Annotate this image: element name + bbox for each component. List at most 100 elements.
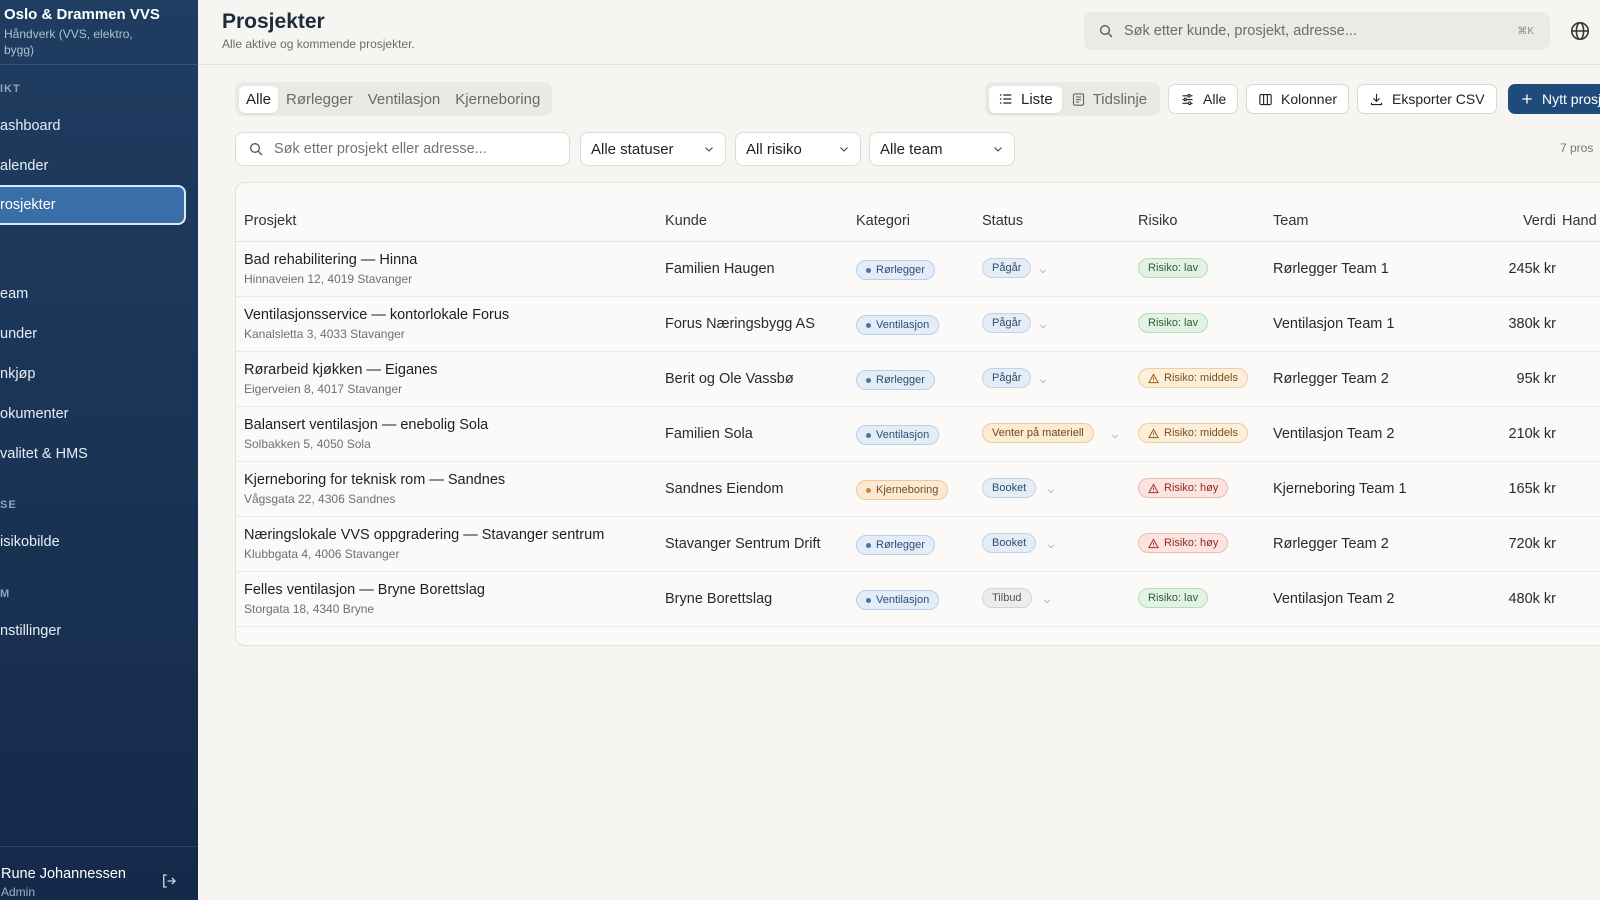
status-badge[interactable]: Booket xyxy=(982,478,1037,498)
customer-name: Sandnes Eiendom xyxy=(665,481,784,497)
risk-label: Risiko: middels xyxy=(1164,372,1238,384)
filter-button[interactable]: Alle xyxy=(1168,84,1239,114)
table-row[interactable]: Ventilasjonsservice — kontorlokale Forus… xyxy=(236,297,1600,352)
sidebar-item-label: valitet & HMS xyxy=(0,446,88,462)
divider xyxy=(0,64,198,65)
page-subtitle: Alle aktive og kommende prosjekter. xyxy=(222,37,415,51)
tab-ventilation[interactable]: Ventilasjon xyxy=(361,86,448,113)
column-header-customer[interactable]: Kunde xyxy=(665,213,707,229)
risk-badge: Risiko: høy xyxy=(1138,533,1229,553)
chevron-down-icon[interactable] xyxy=(1046,541,1056,551)
user-role: Admin xyxy=(1,885,36,899)
view-list-label: Liste xyxy=(1021,90,1053,108)
sidebar-item-documents[interactable]: okumenter xyxy=(0,394,186,434)
project-address: Solbakken 5, 4050 Sola xyxy=(244,437,371,451)
table-row[interactable]: Rørarbeid kjøkken — Eiganes Eigerveien 8,… xyxy=(236,352,1600,407)
tab-all[interactable]: Alle xyxy=(239,85,279,113)
status-label: Venter på materiell xyxy=(992,427,1084,439)
dot-icon xyxy=(866,432,871,438)
chevron-down-icon[interactable] xyxy=(1110,431,1120,441)
download-icon xyxy=(1370,93,1383,105)
column-header-value[interactable]: Verdi xyxy=(1486,213,1556,229)
nav-section-analysis: SE xyxy=(0,499,17,511)
column-header-risk[interactable]: Risiko xyxy=(1138,213,1177,229)
sidebar-item-calendar[interactable]: alender xyxy=(0,146,186,186)
chevron-down-icon[interactable] xyxy=(1038,376,1048,386)
column-header-category[interactable]: Kategori xyxy=(856,213,910,229)
sidebar-item-customers[interactable]: under xyxy=(0,314,186,354)
dot-icon xyxy=(866,487,871,493)
status-badge[interactable]: Booket xyxy=(982,533,1037,553)
view-timeline-button[interactable]: Tidslinje xyxy=(1062,86,1156,113)
column-header-project[interactable]: Prosjekt xyxy=(244,213,296,229)
warning-icon xyxy=(1148,537,1159,548)
sidebar-item-label: under xyxy=(0,326,38,342)
sidebar: Oslo & Drammen VVS Håndverk (VVS, elektr… xyxy=(0,0,198,900)
column-header-team[interactable]: Team xyxy=(1273,213,1308,229)
project-value: 95k kr xyxy=(1516,371,1557,387)
sidebar-item-risk[interactable]: isikobilde xyxy=(0,522,186,562)
status-badge[interactable]: Pågår xyxy=(982,258,1032,278)
project-name[interactable]: Bad rehabilitering — Hinna xyxy=(244,252,417,268)
sidebar-item-label: nkjøp xyxy=(0,366,36,382)
sidebar-item-settings[interactable]: nstillinger xyxy=(0,611,186,651)
category-badge: Ventilasjon xyxy=(856,590,940,610)
logout-icon[interactable] xyxy=(160,872,178,890)
project-name[interactable]: Ventilasjonsservice — kontorlokale Forus xyxy=(244,307,509,323)
table-row[interactable]: Balansert ventilasjon — enebolig Sola Sol… xyxy=(236,407,1600,462)
view-list-button[interactable]: Liste xyxy=(989,85,1062,113)
status-badge[interactable]: Venter på materiell xyxy=(982,423,1094,443)
status-label: Tilbud xyxy=(992,592,1022,604)
table-row[interactable]: Felles ventilasjon — Bryne Borettslag Sto… xyxy=(236,572,1600,627)
table-row[interactable]: Bad rehabilitering — Hinna Hinnaveien 12,… xyxy=(236,242,1600,297)
project-search-input[interactable]: Søk etter prosjekt eller adresse... xyxy=(235,132,570,166)
project-value: 480k kr xyxy=(1508,591,1556,607)
project-name[interactable]: Næringslokale VVS oppgradering — Stavang… xyxy=(244,527,604,543)
warning-icon xyxy=(1148,482,1159,493)
team-name: Ventilasjon Team 2 xyxy=(1273,426,1395,442)
status-badge[interactable]: Pågår xyxy=(982,368,1032,388)
chevron-down-icon[interactable] xyxy=(1038,266,1048,276)
project-name[interactable]: Rørarbeid kjøkken — Eiganes xyxy=(244,362,437,378)
status-select[interactable]: Alle statuser xyxy=(580,132,726,166)
table-row[interactable]: Næringslokale VVS oppgradering — Stavang… xyxy=(236,517,1600,572)
project-value: 245k kr xyxy=(1508,261,1556,277)
chevron-down-icon[interactable] xyxy=(1042,596,1052,606)
risk-badge: Risiko: lav xyxy=(1138,588,1209,608)
chevron-down-icon[interactable] xyxy=(1046,486,1056,496)
chevron-down-icon[interactable] xyxy=(1038,321,1048,331)
project-name[interactable]: Kjerneboring for teknisk rom — Sandnes xyxy=(244,472,505,488)
status-label: Booket xyxy=(992,482,1027,494)
export-csv-button[interactable]: Eksporter CSV xyxy=(1357,84,1497,114)
project-value: 210k kr xyxy=(1508,426,1556,442)
column-header-status[interactable]: Status xyxy=(982,213,1023,229)
customer-name: Bryne Borettslag xyxy=(665,591,773,607)
tab-core-drilling[interactable]: Kjerneboring xyxy=(448,86,547,113)
status-badge[interactable]: Pågår xyxy=(982,313,1032,333)
risk-select[interactable]: All risiko xyxy=(735,132,861,166)
sidebar-item-team[interactable]: eam xyxy=(0,274,186,314)
sidebar-item-projects[interactable]: rosjekter xyxy=(0,185,186,225)
project-address: Vågsgata 22, 4306 Sandnes xyxy=(244,492,396,506)
project-address: Kanalsletta 3, 4033 Stavanger xyxy=(244,327,405,341)
column-header-actions[interactable]: Hand xyxy=(1562,213,1597,229)
new-project-button[interactable]: Nytt prosj xyxy=(1508,84,1600,114)
globe-icon[interactable] xyxy=(1569,20,1591,42)
columns-button[interactable]: Kolonner xyxy=(1246,84,1350,114)
status-badge[interactable]: Tilbud xyxy=(982,588,1032,608)
global-search-input[interactable]: Søk etter kunde, prosjekt, adresse... ⌘K xyxy=(1084,12,1550,50)
table-row[interactable]: Kjerneboring for teknisk rom — Sandnes Vå… xyxy=(236,462,1600,517)
sidebar-item-quality-hms[interactable]: valitet & HMS xyxy=(0,434,186,474)
project-name[interactable]: Felles ventilasjon — Bryne Borettslag xyxy=(244,582,485,598)
status-label: Pågår xyxy=(992,317,1022,329)
sidebar-item-dashboard[interactable]: ashboard xyxy=(0,106,186,146)
project-name[interactable]: Balansert ventilasjon — enebolig Sola xyxy=(244,417,488,433)
sidebar-item-purchasing[interactable]: nkjøp xyxy=(0,354,186,394)
tab-plumber[interactable]: Rørlegger xyxy=(279,86,360,113)
customer-name: Berit og Ole Vassbø xyxy=(665,371,794,387)
category-badge: Rørlegger xyxy=(856,260,935,280)
risk-badge: Risiko: lav xyxy=(1138,258,1209,278)
category-label: Ventilasjon xyxy=(876,429,930,441)
team-select[interactable]: Alle team xyxy=(869,132,1015,166)
dot-icon xyxy=(866,322,871,328)
